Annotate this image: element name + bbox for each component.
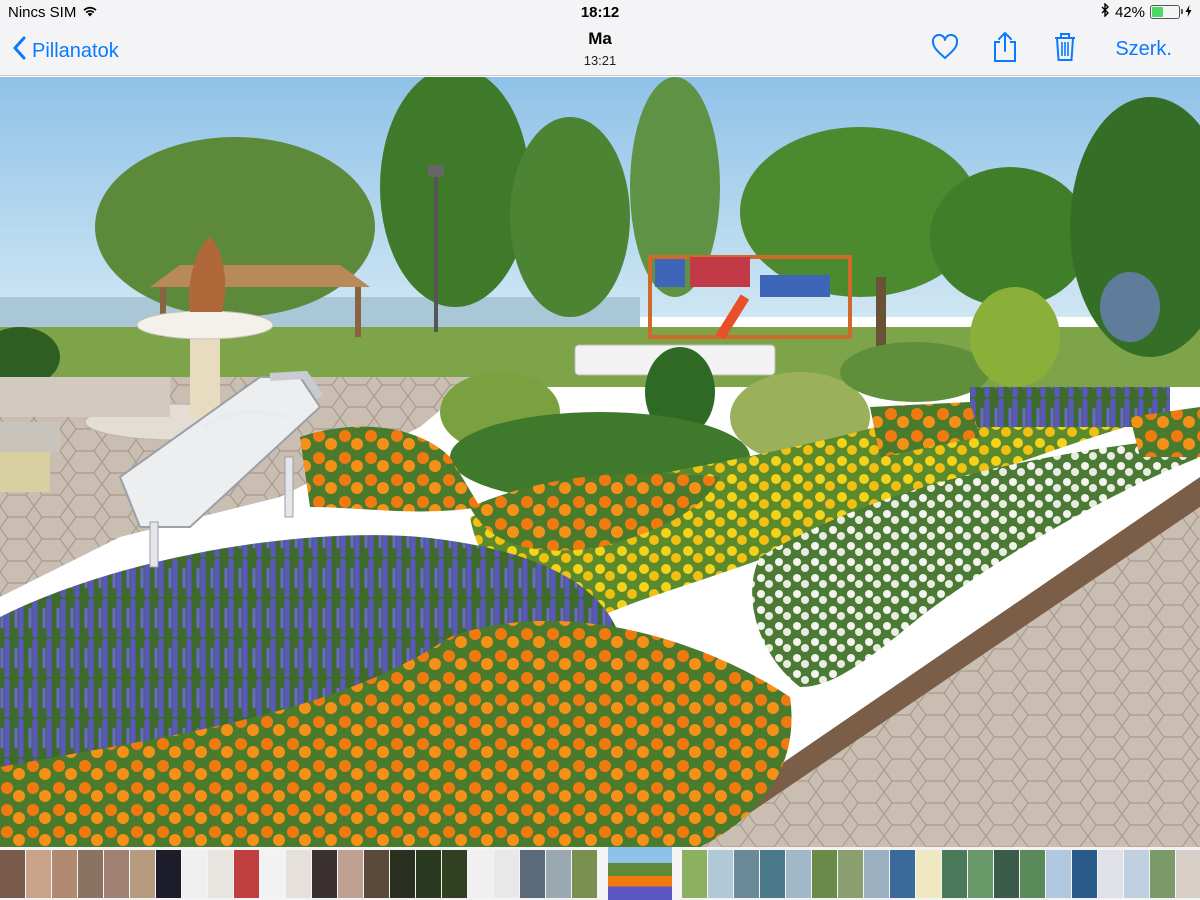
wifi-icon (82, 4, 98, 21)
thumbnail[interactable] (286, 849, 311, 898)
trash-icon (1053, 32, 1077, 67)
thumbnail[interactable] (1124, 849, 1149, 898)
current-thumbnail[interactable] (608, 847, 672, 900)
thumbnail[interactable] (182, 849, 207, 898)
thumbnail[interactable] (864, 849, 889, 898)
thumbnail[interactable] (468, 849, 493, 898)
thumbnail[interactable] (1046, 849, 1071, 898)
thumbnail[interactable] (1098, 849, 1123, 898)
heart-icon (931, 33, 959, 65)
thumbnail[interactable] (520, 849, 545, 898)
status-right: 42% (1101, 2, 1192, 21)
thumbnail[interactable] (734, 849, 759, 898)
thumbnail[interactable] (994, 849, 1019, 898)
thumbnail[interactable] (260, 849, 285, 898)
thumbnail[interactable] (1020, 849, 1045, 898)
back-label: Pillanatok (32, 39, 119, 62)
status-left: Nincs SIM (8, 4, 98, 21)
thumbnail[interactable] (812, 849, 837, 898)
thumbnail[interactable] (208, 849, 233, 898)
bluetooth-icon (1101, 2, 1110, 21)
thumbnail[interactable] (416, 849, 441, 898)
thumbnail[interactable] (338, 849, 363, 898)
thumbnail[interactable] (546, 849, 571, 898)
thumbnail[interactable] (1150, 849, 1175, 898)
thumbnail[interactable] (1176, 849, 1200, 898)
share-button[interactable] (989, 31, 1021, 68)
carrier-label: Nincs SIM (8, 4, 77, 21)
thumbnail[interactable] (942, 849, 967, 898)
navigation-bar: Pillanatok Ma 13:21 Szerk. (0, 24, 1200, 76)
thumbnail[interactable] (0, 849, 25, 898)
back-button[interactable]: Pillanatok (12, 36, 119, 66)
thumbnail-strip[interactable] (0, 847, 1200, 900)
status-bar: Nincs SIM 18:12 42% (0, 0, 1200, 24)
share-icon (992, 31, 1018, 68)
battery-percent: 42% (1114, 3, 1145, 21)
thumbnail[interactable] (916, 849, 941, 898)
thumbnail[interactable] (78, 849, 103, 898)
thumbnail[interactable] (312, 849, 337, 898)
thumbnail[interactable] (52, 849, 77, 898)
nav-actions: Szerk. (929, 31, 1172, 68)
thumbnail[interactable] (572, 849, 597, 898)
battery-fill (1152, 7, 1163, 17)
thumbnail[interactable] (890, 849, 915, 898)
thumbnail[interactable] (838, 849, 863, 898)
thumbnail[interactable] (104, 849, 129, 898)
delete-button[interactable] (1049, 32, 1081, 67)
thumbnail[interactable] (760, 849, 785, 898)
charging-icon (1185, 4, 1192, 21)
thumbnail[interactable] (682, 849, 707, 898)
thumbnail[interactable] (156, 849, 181, 898)
battery-icon (1150, 5, 1183, 19)
status-time: 18:12 (580, 4, 620, 21)
thumbnail[interactable] (390, 849, 415, 898)
thumbnail[interactable] (234, 849, 259, 898)
thumbnail[interactable] (786, 849, 811, 898)
thumbnail[interactable] (968, 849, 993, 898)
thumbnail[interactable] (442, 849, 467, 898)
thumbnail[interactable] (708, 849, 733, 898)
photo-image (0, 77, 1200, 847)
chevron-left-icon (12, 36, 26, 66)
favorite-button[interactable] (929, 33, 961, 65)
photo-viewer[interactable] (0, 77, 1200, 847)
edit-button[interactable]: Szerk. (1115, 38, 1172, 61)
thumbnail[interactable] (26, 849, 51, 898)
thumbnail[interactable] (1072, 849, 1097, 898)
thumbnail[interactable] (494, 849, 519, 898)
thumbnail[interactable] (130, 849, 155, 898)
thumbnail[interactable] (364, 849, 389, 898)
